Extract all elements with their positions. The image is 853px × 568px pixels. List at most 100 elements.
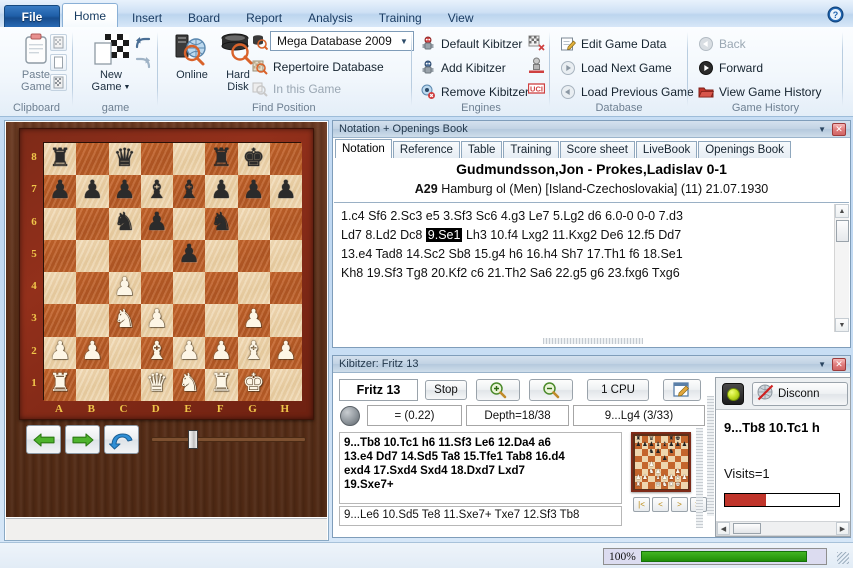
board-square[interactable]: ♚ [237, 143, 270, 176]
chess-piece[interactable]: ♞ [210, 210, 232, 235]
board-square[interactable]: ♟ [108, 272, 141, 305]
board-square[interactable] [237, 239, 270, 272]
board-square[interactable] [173, 143, 206, 176]
zoom-out-icon[interactable] [529, 379, 573, 401]
board-square[interactable] [140, 239, 173, 272]
scroll-up-icon[interactable]: ▲ [835, 204, 849, 218]
panel-resize-grip[interactable] [543, 338, 643, 344]
chess-piece[interactable]: ♞ [178, 371, 200, 396]
board-square[interactable] [76, 304, 109, 337]
copy-game-icon[interactable] [50, 34, 67, 51]
board-back-button[interactable] [26, 425, 61, 454]
board-square[interactable]: ♜ [44, 368, 77, 401]
chess-piece[interactable]: ♜ [210, 371, 232, 396]
board-square[interactable] [140, 272, 173, 305]
chess-piece[interactable]: ♚ [242, 145, 264, 171]
notation-scrollbar[interactable]: ▲ ▼ [834, 204, 849, 332]
board-square[interactable] [44, 272, 77, 305]
board-square[interactable]: ♟ [44, 336, 77, 369]
uci-icon[interactable]: UCI [527, 80, 546, 97]
repertoire-database-item[interactable]: Repertoire Database [252, 57, 384, 76]
chess-piece[interactable]: ♚ [242, 371, 264, 396]
board-square[interactable]: ♛ [108, 143, 141, 176]
board-square[interactable]: ♛ [140, 368, 173, 401]
board-square[interactable]: ♟ [108, 175, 141, 208]
board-square[interactable]: ♚ [237, 368, 270, 401]
board-square[interactable]: ♝ [140, 175, 173, 208]
stop-button[interactable]: Stop [425, 380, 467, 400]
engine-detail-hscroll-thumb[interactable] [733, 523, 761, 534]
chess-piece[interactable]: ♟ [113, 274, 135, 300]
move-line[interactable]: 13.e4 Tad8 14.Sc2 Sb8 15.g4 h6 16.h4 Sh7… [341, 245, 837, 264]
board-square[interactable]: ♜ [205, 143, 238, 176]
undo-move-button[interactable] [104, 425, 139, 454]
board-square[interactable] [173, 304, 206, 337]
board-square[interactable] [44, 207, 77, 240]
board-square[interactable] [269, 143, 302, 176]
kibitzer-split-grip[interactable] [696, 428, 703, 528]
move-line[interactable]: 1.c4 Sf6 2.Sc3 e5 3.Sf3 Sc6 4.g3 Le7 5.L… [341, 207, 837, 226]
board-squares[interactable]: ♜ ♛ ♜ ♚ ♟ ♟ ♟ ♝ ♝ ♟ ♟ ♟ ♞ ♟ ♞ ♟ ♟ ♞ ♟ ♟ ♟ ♟ ♝ ♟ ♟ ♝ ♟ ♜ ♛ ♞ ♜ ♚ [43, 142, 302, 401]
in-this-game-item[interactable]: In this Game [252, 79, 341, 98]
close-icon[interactable]: ✕ [832, 357, 846, 371]
board-square[interactable] [205, 304, 238, 337]
board-square[interactable] [108, 368, 141, 401]
chess-piece[interactable]: ♞ [113, 306, 135, 332]
board-square[interactable] [44, 239, 77, 272]
chevron-down-icon[interactable]: ▼ [812, 360, 832, 369]
tab-training[interactable]: Training [367, 6, 434, 28]
analysis-line[interactable]: exd4 17.Sxd4 Sxd4 18.Dxd7 Lxd7 [344, 464, 617, 478]
board-square[interactable]: ♟ [76, 336, 109, 369]
tab-insert[interactable]: Insert [120, 6, 174, 28]
chess-piece[interactable]: ♛ [113, 145, 135, 171]
file-tab[interactable]: File [4, 5, 60, 28]
move-slider-track[interactable] [151, 437, 306, 442]
board-square[interactable]: ♟ [173, 239, 206, 272]
tab-table[interactable]: Table [460, 141, 503, 158]
move-text[interactable]: Lh3 10.f4 Lxg2 11.Kxg2 De6 12.f5 Dd7 [462, 228, 681, 242]
board-square[interactable]: ♞ [108, 207, 141, 240]
board-square[interactable] [140, 143, 173, 176]
board-square[interactable] [269, 272, 302, 305]
blank-page-icon[interactable] [50, 54, 67, 71]
tab-score-sheet[interactable]: Score sheet [559, 141, 635, 158]
board-square[interactable]: ♝ [173, 175, 206, 208]
board-square[interactable]: ♟ [237, 304, 270, 337]
board-square[interactable] [76, 368, 109, 401]
chess-piece[interactable]: ♝ [178, 177, 200, 203]
notepad-icon[interactable] [663, 379, 701, 401]
board-square[interactable] [205, 272, 238, 305]
engine-detail-hscroll[interactable]: ◀ ▶ [716, 521, 850, 536]
board-square[interactable]: ♞ [205, 207, 238, 240]
board-square[interactable] [269, 207, 302, 240]
board-square[interactable] [76, 272, 109, 305]
mini-nav-button[interactable]: |< [633, 497, 650, 512]
move-list[interactable]: 1.c4 Sf6 2.Sc3 e5 3.Sf3 Sc6 4.g3 Le7 5.L… [341, 207, 837, 332]
chess-piece[interactable]: ♟ [210, 339, 232, 364]
scroll-right-icon[interactable]: ▶ [836, 522, 849, 535]
chess-piece[interactable]: ♟ [275, 177, 297, 203]
board-square[interactable]: ♟ [140, 304, 173, 337]
board-square[interactable] [237, 272, 270, 305]
chess-piece[interactable]: ♞ [113, 210, 135, 235]
mini-nav-button[interactable]: > [671, 497, 688, 512]
analysis-secondary-line[interactable]: 9...Le6 10.Sd5 Te8 11.Sxe7+ Txe7 12.Sf3 … [339, 506, 622, 526]
chess-piece[interactable]: ♟ [210, 177, 232, 203]
board-square[interactable]: ♞ [173, 368, 206, 401]
chess-piece[interactable]: ♜ [210, 145, 232, 171]
board-square[interactable]: ♟ [269, 336, 302, 369]
remove-kibitzer-item[interactable]: Remove Kibitzer [420, 82, 529, 101]
tab-livebook[interactable]: LiveBook [635, 141, 698, 158]
tab-reference[interactable]: Reference [392, 141, 460, 158]
help-icon[interactable]: ? [827, 6, 844, 23]
board-square[interactable] [205, 239, 238, 272]
mini-nav-button[interactable]: < [652, 497, 669, 512]
copy-position-icon[interactable] [50, 74, 67, 91]
load-previous-game-item[interactable]: Load Previous Game [560, 82, 694, 101]
board-square[interactable] [269, 304, 302, 337]
chess-piece[interactable]: ♛ [146, 371, 168, 396]
chess-piece[interactable]: ♟ [146, 210, 168, 235]
chess-piece[interactable]: ♟ [178, 242, 200, 267]
board-square[interactable]: ♟ [76, 175, 109, 208]
board-square[interactable] [108, 336, 141, 369]
